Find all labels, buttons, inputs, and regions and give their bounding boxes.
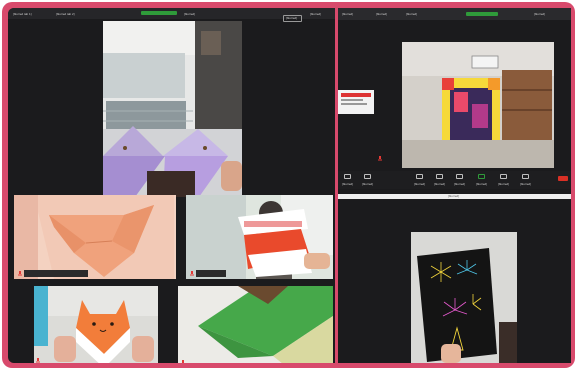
right-time-badge bbox=[466, 12, 498, 16]
share-icon[interactable] bbox=[456, 174, 463, 179]
participant-tile-1[interactable] bbox=[14, 195, 176, 279]
participants-icon[interactable] bbox=[416, 174, 423, 179]
view-button[interactable]: [blurred] bbox=[283, 15, 302, 22]
mic-muted-icon bbox=[190, 271, 194, 276]
record-icon[interactable] bbox=[478, 174, 485, 179]
toolbar-label-7: [blurred] bbox=[498, 182, 510, 186]
right-tab-3[interactable]: [blurred] bbox=[534, 12, 545, 16]
box-origami-scene bbox=[186, 195, 333, 279]
second-pane-title: [blurred] bbox=[448, 194, 460, 198]
right-tab-1[interactable]: [blurred] bbox=[376, 12, 387, 16]
left-tab-1[interactable]: [blurred tab 1] bbox=[13, 12, 32, 16]
thumbnail-header bbox=[341, 93, 371, 97]
toolbar-label-1: [blurred] bbox=[342, 182, 354, 186]
mic-muted-icon bbox=[18, 271, 22, 276]
room-origami-scene bbox=[103, 21, 242, 197]
shared-thumbnail[interactable] bbox=[338, 90, 374, 114]
cat-origami-scene bbox=[34, 286, 158, 363]
video-icon[interactable] bbox=[364, 174, 371, 179]
participant-tile-4[interactable] bbox=[178, 286, 333, 363]
toolbar-label-5: [blurred] bbox=[454, 182, 466, 186]
toolbar-label-8: [blurred] bbox=[520, 182, 532, 186]
thumbnail-line bbox=[341, 99, 363, 101]
frame-craft-scene bbox=[402, 42, 554, 168]
right-top-bar: [blurred] [blurred] [blurred] [blurred] bbox=[338, 8, 571, 20]
fox-origami-scene bbox=[14, 195, 176, 279]
meeting-window-left: [blurred tab 1] [blurred tab 2] [blurred… bbox=[8, 8, 335, 363]
mic-muted-icon bbox=[36, 358, 40, 363]
mic-muted-icon bbox=[182, 360, 184, 363]
more-icon[interactable] bbox=[522, 174, 529, 179]
mic-icon[interactable] bbox=[344, 174, 351, 179]
right-main-video[interactable] bbox=[402, 42, 554, 168]
toolbar-label-6: [blurred] bbox=[476, 182, 488, 186]
participant-tile-2[interactable] bbox=[186, 195, 333, 279]
right-window-title: [blurred] bbox=[342, 12, 354, 16]
main-video-tile[interactable] bbox=[103, 21, 242, 197]
mic-muted-icon bbox=[378, 156, 382, 161]
participant-1-name-tag bbox=[24, 270, 88, 277]
left-tab-2[interactable]: [blurred tab 2] bbox=[56, 12, 75, 16]
left-right-info: [blurred] bbox=[310, 12, 322, 16]
right-tab-2[interactable]: [blurred] bbox=[406, 12, 417, 16]
participant-2-name-tag bbox=[196, 270, 226, 277]
fireworks-card-scene bbox=[411, 232, 517, 363]
toolbar-label-3: [blurred] bbox=[414, 182, 426, 186]
leave-icon[interactable] bbox=[558, 176, 568, 181]
fireworks-video-tile[interactable] bbox=[411, 232, 517, 363]
meeting-window-right: [blurred] [blurred] [blurred] [blurred] bbox=[338, 8, 571, 363]
meeting-toolbar: [blurred] [blurred] [blurred] [blurred] … bbox=[338, 171, 571, 189]
green-origami-scene bbox=[178, 286, 333, 363]
view-button-label: [blurred] bbox=[286, 16, 298, 20]
toolbar-label-4: [blurred] bbox=[434, 182, 446, 186]
thumbnail-line bbox=[341, 103, 367, 105]
toolbar-label-2: [blurred] bbox=[362, 182, 374, 186]
participant-tile-3[interactable] bbox=[34, 286, 158, 363]
chat-icon[interactable] bbox=[436, 174, 443, 179]
reactions-icon[interactable] bbox=[500, 174, 507, 179]
time-badge bbox=[141, 11, 177, 15]
time-badge-text: [blurred] bbox=[184, 12, 196, 16]
